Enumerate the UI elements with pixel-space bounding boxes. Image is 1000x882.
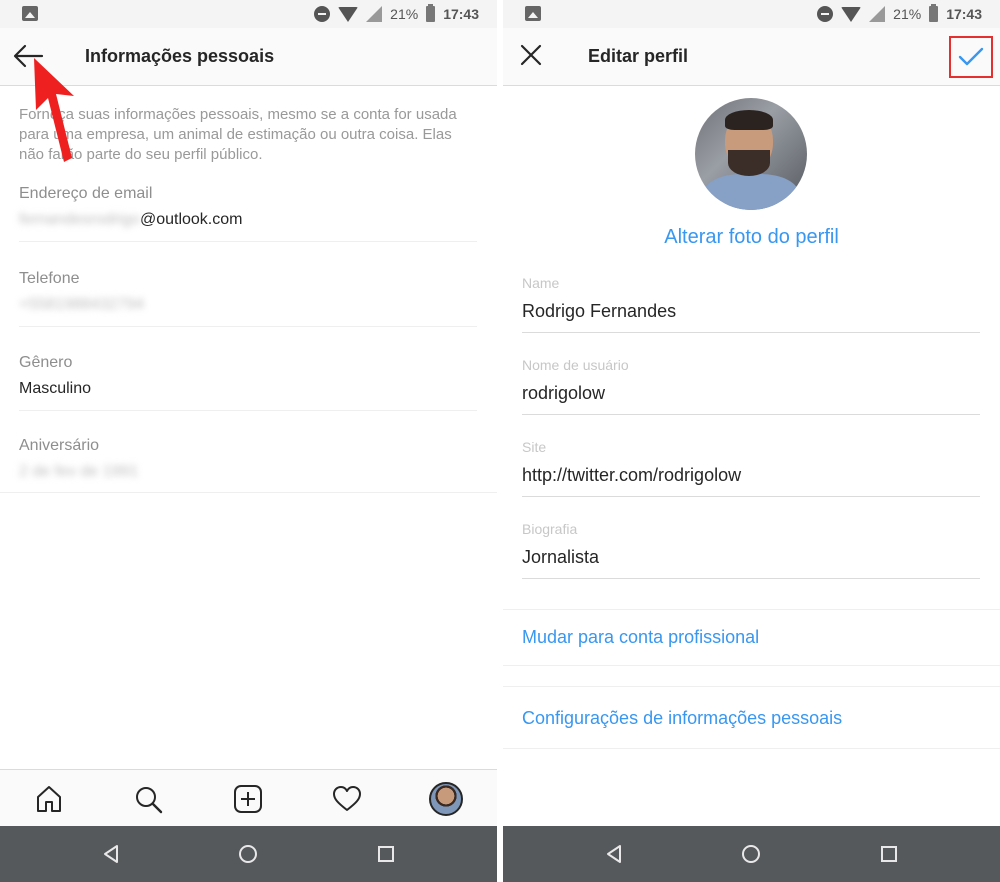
- blurred-value: 2 de fev de 1991: [19, 463, 139, 480]
- avatar: [429, 782, 463, 816]
- cell-signal-icon: [869, 6, 886, 22]
- gender-field[interactable]: Gênero Masculino: [19, 354, 477, 411]
- change-photo-link[interactable]: Alterar foto do perfil: [503, 226, 1000, 249]
- personal-info-settings-link[interactable]: Configurações de informações pessoais: [522, 708, 842, 729]
- phone-field[interactable]: Telefone +5581988432794: [19, 270, 477, 327]
- android-back-icon[interactable]: [101, 844, 121, 864]
- top-bar: Editar perfil: [503, 28, 1000, 86]
- do-not-disturb-icon: [817, 6, 834, 22]
- battery-icon: [426, 4, 436, 22]
- android-back-icon[interactable]: [604, 844, 624, 864]
- activity-heart-icon[interactable]: [330, 782, 364, 816]
- personal-info-settings-row[interactable]: Configurações de informações pessoais: [503, 686, 1000, 749]
- save-button[interactable]: [949, 36, 993, 78]
- wifi-icon: [338, 6, 359, 22]
- home-icon[interactable]: [32, 782, 66, 816]
- checkmark-icon: [958, 47, 984, 66]
- field-label: Biografia: [522, 521, 578, 537]
- blurred-value: +5581988432794: [19, 296, 145, 313]
- email-field[interactable]: Endereço de email fernandesrodrigo@outlo…: [19, 185, 477, 242]
- field-label: Site: [522, 439, 547, 455]
- android-home-icon[interactable]: [741, 844, 761, 864]
- bio-field[interactable]: Biografia Jornalista: [522, 521, 980, 579]
- android-home-icon[interactable]: [238, 844, 258, 864]
- gallery-notification-icon: [22, 6, 38, 21]
- add-post-icon[interactable]: [231, 782, 265, 816]
- personal-info-screen: 21% 17:43 Informações pessoais Forneça s…: [0, 0, 497, 882]
- website-input[interactable]: http://twitter.com/rodrigolow: [522, 465, 980, 496]
- name-input[interactable]: Rodrigo Fernandes: [522, 301, 980, 332]
- clock: 17:43: [443, 6, 479, 22]
- username-field[interactable]: Nome de usuário rodrigolow: [522, 357, 980, 415]
- red-arrow-annotation: [34, 58, 74, 162]
- cell-signal-icon: [366, 6, 383, 22]
- search-icon[interactable]: [131, 782, 165, 816]
- bottom-navigation: [0, 769, 497, 826]
- website-field[interactable]: Site http://twitter.com/rodrigolow: [522, 439, 980, 497]
- edit-profile-screen: 21% 17:43 Editar perfil Alterar foto do …: [503, 0, 1000, 882]
- email-domain: @outlook.com: [139, 211, 243, 228]
- field-label: Telefone: [19, 270, 80, 287]
- close-icon: [520, 44, 542, 66]
- field-label: Gênero: [19, 354, 73, 371]
- status-bar: 21% 17:43: [0, 0, 497, 28]
- profile-avatar[interactable]: [429, 782, 463, 816]
- field-label: Endereço de email: [19, 185, 153, 202]
- battery-percent: 21%: [390, 6, 419, 22]
- clock: 17:43: [946, 6, 982, 22]
- blurred-value: fernandesrodrigo: [19, 211, 140, 228]
- wifi-icon: [841, 6, 862, 22]
- name-field[interactable]: Name Rodrigo Fernandes: [522, 275, 980, 333]
- professional-account-row[interactable]: Mudar para conta profissional: [503, 609, 1000, 666]
- android-recents-icon[interactable]: [879, 844, 899, 864]
- username-input[interactable]: rodrigolow: [522, 383, 980, 414]
- bio-input[interactable]: Jornalista: [522, 547, 980, 578]
- android-navigation-bar: [0, 826, 497, 882]
- field-label: Name: [522, 275, 560, 291]
- android-navigation-bar: [503, 826, 1000, 882]
- switch-professional-link[interactable]: Mudar para conta profissional: [522, 627, 759, 648]
- close-button[interactable]: [519, 43, 543, 67]
- divider: [0, 492, 497, 493]
- battery-icon: [929, 4, 939, 22]
- field-value: fernandesrodrigo@outlook.com: [19, 211, 477, 229]
- battery-percent: 21%: [893, 6, 922, 22]
- android-recents-icon[interactable]: [376, 844, 396, 864]
- profile-photo[interactable]: [695, 98, 807, 210]
- field-label: Nome de usuário: [522, 357, 629, 373]
- gallery-notification-icon: [525, 6, 541, 21]
- page-title: Informações pessoais: [85, 46, 275, 66]
- do-not-disturb-icon: [314, 6, 331, 22]
- info-description: Forneça suas informações pessoais, mesmo…: [19, 106, 457, 163]
- status-bar: 21% 17:43: [503, 0, 1000, 28]
- field-label: Aniversário: [19, 437, 100, 454]
- status-icons: 21% 17:43: [817, 4, 982, 23]
- page-title: Editar perfil: [588, 46, 689, 66]
- birthday-field[interactable]: Aniversário 2 de fev de 1991: [19, 437, 477, 493]
- field-value: Masculino: [19, 380, 92, 397]
- status-icons: 21% 17:43: [314, 4, 479, 23]
